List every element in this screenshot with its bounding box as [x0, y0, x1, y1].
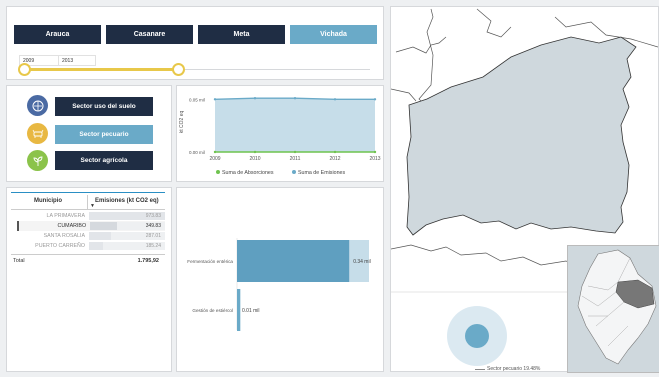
filter-panel: Arauca Casanare Meta Vichada 2009 2013	[6, 6, 384, 80]
emisiones-cell: 973.83	[89, 212, 165, 220]
legend-label[interactable]: Suma de Absorciones	[222, 170, 274, 176]
landuse-icon	[27, 95, 48, 116]
border-line	[476, 8, 512, 38]
slider-range	[25, 68, 179, 71]
column-divider	[87, 195, 88, 209]
legend-marker	[292, 170, 296, 174]
dept-button-arauca[interactable]: Arauca	[14, 25, 101, 44]
databar	[89, 232, 112, 240]
y-tick-label: 0.05 mil	[189, 97, 205, 102]
x-tick-label: 2009	[209, 156, 220, 162]
bar[interactable]	[237, 289, 241, 331]
sector-pecuario-button[interactable]: Sector pecuario	[55, 125, 153, 144]
municipio-cell: SANTA ROSALIA	[43, 233, 85, 239]
slider-handle-end[interactable]	[172, 63, 185, 76]
sector-donut-chart[interactable]	[437, 296, 517, 376]
border-line	[391, 88, 417, 102]
total-label: Total	[13, 258, 25, 264]
emisiones-value: 287.01	[145, 233, 161, 239]
x-tick-label: 2010	[249, 156, 260, 162]
sector-landuse-button[interactable]: Sector uso del suelo	[55, 97, 153, 116]
vichada-region	[406, 36, 637, 236]
total-value: 1.795,92	[137, 258, 159, 264]
sector-agricola-button[interactable]: Sector agrícola	[55, 151, 153, 170]
y-axis-label: kt CO2 eq	[179, 111, 185, 134]
databar	[90, 222, 117, 230]
border-line	[418, 8, 434, 108]
dept-button-casanare[interactable]: Casanare	[106, 25, 193, 44]
table-row[interactable]: PUERTO CARREÑO 185.24	[17, 241, 165, 251]
absorciones-point[interactable]	[213, 150, 217, 154]
cattle-icon	[27, 123, 48, 144]
legend-label[interactable]: Suma de Emisiones	[298, 170, 345, 176]
emissions-area-chart: kt CO2 eq 0.05 mil 0.00 mil 2009 2010 2011 201…	[179, 97, 381, 176]
donut-leader-line	[475, 369, 485, 370]
col-municipio[interactable]: Municipio	[34, 198, 62, 204]
absorciones-point[interactable]	[333, 150, 337, 154]
municipio-table-panel: Municipio Emisiones (kt CO2 eq) ▼ LA PRI…	[6, 187, 172, 372]
table-header: Municipio Emisiones (kt CO2 eq) ▼	[11, 192, 165, 210]
y-tick-label: 0.00 mil	[189, 150, 205, 155]
bar[interactable]	[237, 240, 350, 282]
emisiones-value: 349.83	[145, 223, 161, 229]
table-row[interactable]: LA PRIMAVERA 973.83	[17, 211, 165, 221]
emisiones-point[interactable]	[253, 97, 257, 100]
emisiones-cell: 287.01	[89, 232, 165, 240]
x-tick-label: 2013	[369, 156, 380, 162]
municipio-cell: CUMARIBO	[57, 223, 87, 229]
col-emisiones[interactable]: Emisiones (kt CO2 eq)	[95, 198, 159, 204]
emisiones-point[interactable]	[333, 98, 337, 101]
emisiones-cell: 349.83	[90, 222, 165, 230]
emisiones-point[interactable]	[213, 98, 217, 101]
activity-bar-chart: Fermentación entérica 0.34 mil Gestión de …	[187, 238, 371, 331]
absorciones-point[interactable]	[293, 150, 297, 154]
slider-handle-start[interactable]	[18, 63, 31, 76]
municipio-cell: LA PRIMAVERA	[46, 213, 85, 219]
table-row[interactable]: SANTA ROSALIA 287.01	[17, 231, 165, 241]
dept-button-meta[interactable]: Meta	[198, 25, 285, 44]
sector-panel: Sector uso del suelo Sector pecuario Sec…	[6, 85, 172, 182]
emisiones-cell: 185.24	[89, 242, 165, 250]
absorciones-point[interactable]	[253, 150, 257, 154]
bar-value-label: 0.34 mil	[353, 259, 371, 265]
bar-category-label: Gestión de estiércol	[192, 308, 233, 313]
x-tick-label: 2012	[329, 156, 340, 162]
area-chart-panel: kt CO2 eq 0.05 mil 0.00 mil 2009 2010 2011 201…	[176, 85, 384, 182]
municipio-cell: PUERTO CARREÑO	[35, 243, 85, 249]
emisiones-value: 973.83	[145, 213, 161, 219]
map-panel: Sector pecuario 19.48%	[390, 6, 659, 373]
bar-chart-panel: Fermentación entérica 0.34 mil Gestión de …	[176, 187, 384, 372]
emisiones-point[interactable]	[293, 97, 297, 100]
table-row[interactable]: CUMARIBO 349.83	[17, 221, 165, 231]
donut-label: Sector pecuario 19.48%	[487, 366, 541, 372]
bar-value-label: 0.01 mil	[242, 308, 260, 314]
x-tick-label: 2011	[290, 156, 301, 162]
bar-category-label: Fermentación entérica	[187, 259, 233, 264]
donut-slice[interactable]	[465, 324, 489, 348]
plant-icon	[27, 150, 48, 171]
databar	[89, 242, 104, 250]
colombia-outline	[577, 249, 657, 365]
dept-button-vichada[interactable]: Vichada	[290, 25, 377, 44]
colombia-inset-map[interactable]	[567, 245, 659, 373]
year-end-input[interactable]: 2013	[58, 55, 96, 66]
legend-marker	[216, 170, 220, 174]
sort-desc-icon: ▼	[90, 203, 95, 209]
border-line	[395, 36, 447, 54]
total-row: Total 1.795,92	[11, 254, 165, 266]
emisiones-value: 185.24	[145, 243, 161, 249]
emisiones-point[interactable]	[373, 98, 377, 101]
absorciones-point[interactable]	[373, 150, 377, 154]
emisiones-area	[215, 98, 375, 152]
